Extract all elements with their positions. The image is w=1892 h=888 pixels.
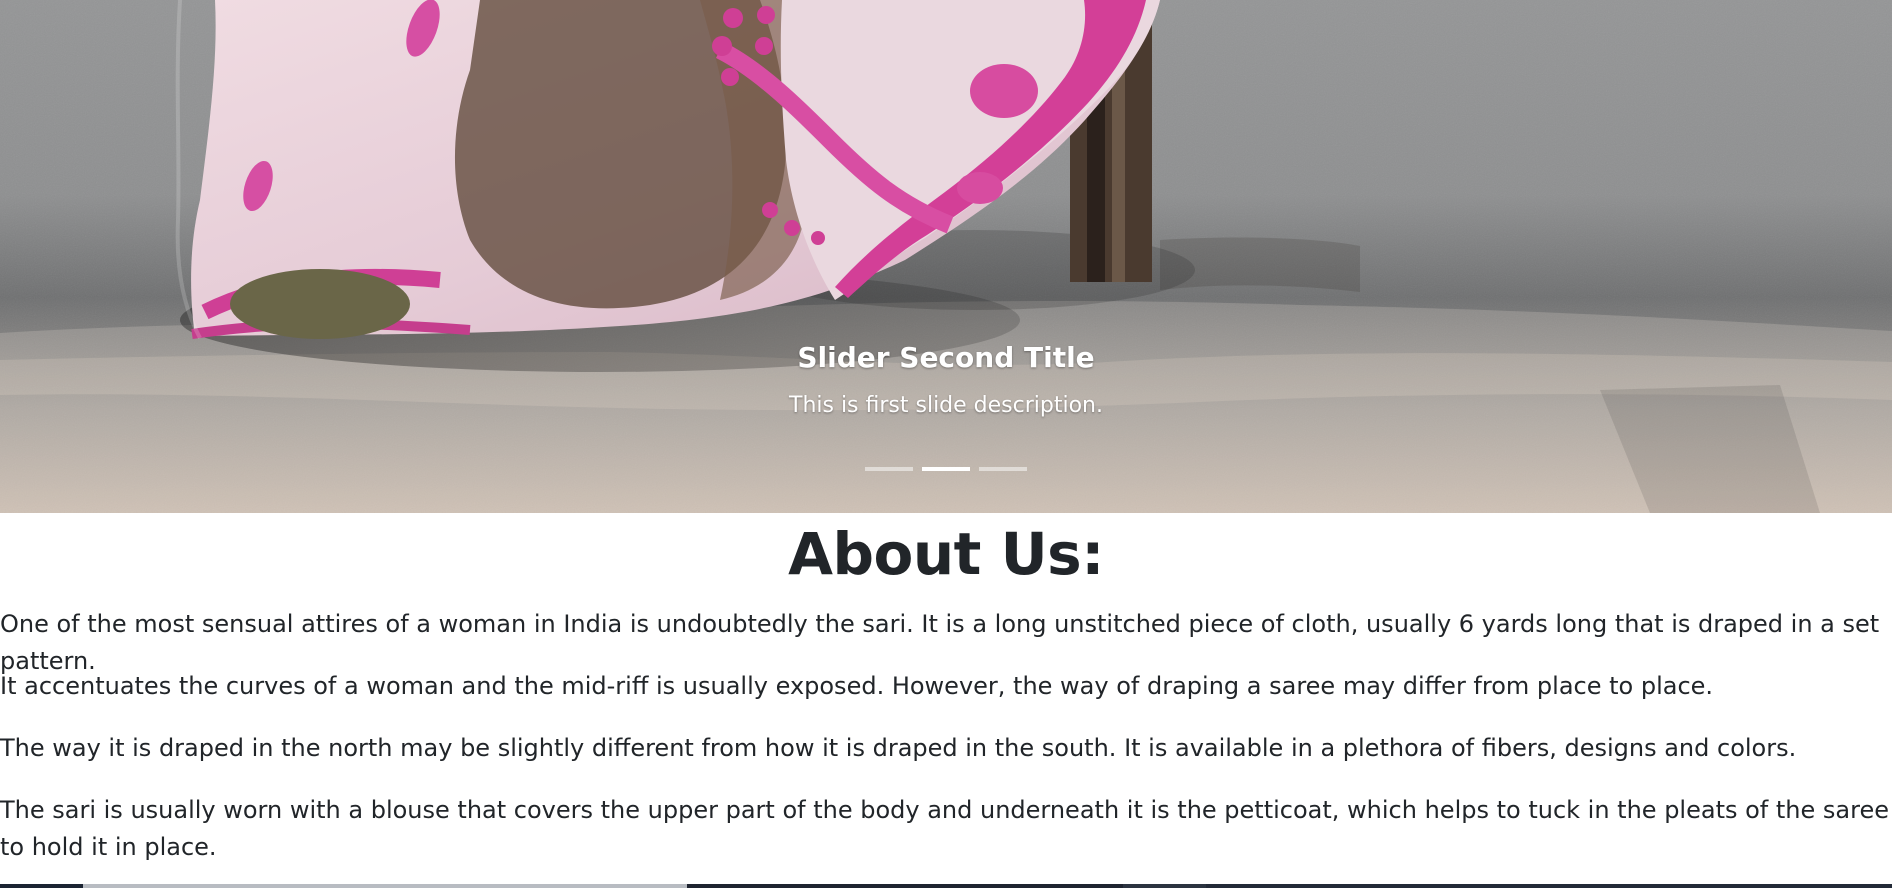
about-title: About Us: [788,520,1104,588]
page: Slider Second Title This is first slide … [0,0,1892,888]
about-paragraph-3: The way it is draped in the north may be… [0,734,1797,762]
slide-indicator-1[interactable] [865,467,913,471]
bottom-strip [0,884,1892,888]
carousel-indicators [0,467,1892,471]
strip-segment-1 [0,884,83,888]
hero-carousel[interactable]: Slider Second Title This is first slide … [0,0,1892,513]
saree-road-photo [0,0,1892,513]
carousel-caption: Slider Second Title This is first slide … [0,334,1892,430]
slide-indicator-2[interactable] [922,467,970,471]
strip-segment-5 [1206,884,1892,888]
about-section: About Us: One of the most sensual attire… [0,513,1892,861]
strip-segment-2 [83,884,687,888]
strip-segment-3 [687,884,1123,888]
slide-title: Slider Second Title [797,341,1095,374]
strip-segment-4 [1123,884,1206,888]
about-paragraph-2: It accentuates the curves of a woman and… [0,672,1714,700]
about-paragraph-4: The sari is usually worn with a blouse t… [0,796,1889,861]
slide-description: This is first slide description. [789,393,1103,418]
slide-indicator-3[interactable] [979,467,1027,471]
